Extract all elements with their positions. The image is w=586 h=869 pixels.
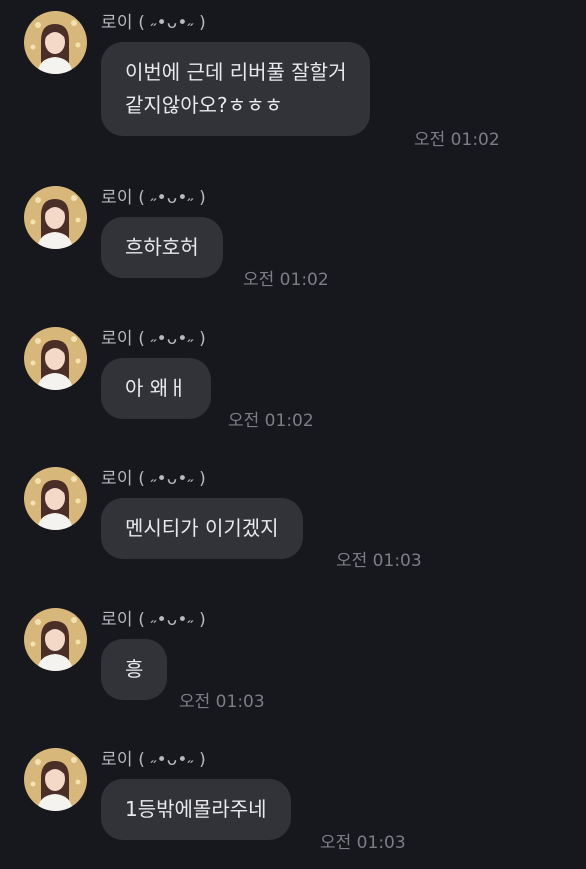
- message-text-line: 멘시티가 이기겠지: [125, 516, 279, 540]
- sender-name: 로이 ( ˶•ᴗ•˶ ): [101, 610, 206, 630]
- message-text-line: 흐하호허: [125, 235, 199, 259]
- message-time: 오전 01:02: [243, 270, 329, 290]
- message-text-line: 이번에 근데 리버풀 잘할거: [125, 60, 347, 84]
- message-time: 오전 01:03: [320, 833, 406, 853]
- message-time: 오전 01:02: [414, 130, 500, 150]
- sender-name: 로이 ( ˶•ᴗ•˶ ): [101, 188, 206, 208]
- message-text-line: 아 왜ㅐ: [125, 376, 187, 400]
- avatar[interactable]: [24, 748, 87, 811]
- sender-name: 로이 ( ˶•ᴗ•˶ ): [101, 13, 206, 33]
- message-time: 오전 01:02: [228, 411, 314, 431]
- message-text-line: 1등밖에몰라주네: [125, 797, 267, 821]
- avatar[interactable]: [24, 11, 87, 74]
- avatar[interactable]: [24, 186, 87, 249]
- message-text-line: 흥: [125, 657, 144, 681]
- sender-name: 로이 ( ˶•ᴗ•˶ ): [101, 469, 206, 489]
- message-bubble[interactable]: 아 왜ㅐ: [101, 358, 211, 419]
- message-bubble[interactable]: 1등밖에몰라주네: [101, 779, 291, 840]
- message-time: 오전 01:03: [336, 551, 422, 571]
- message-bubble[interactable]: 멘시티가 이기겠지: [101, 498, 303, 559]
- avatar[interactable]: [24, 608, 87, 671]
- message-text-line: 같지않아오?ㅎㅎㅎ: [125, 93, 283, 117]
- avatar[interactable]: [24, 467, 87, 530]
- sender-name: 로이 ( ˶•ᴗ•˶ ): [101, 329, 206, 349]
- message-bubble[interactable]: 흥: [101, 639, 168, 700]
- sender-name: 로이 ( ˶•ᴗ•˶ ): [101, 750, 206, 770]
- message-time: 오전 01:03: [179, 692, 265, 712]
- message-bubble[interactable]: 이번에 근데 리버풀 잘할거 같지않아오?ㅎㅎㅎ: [101, 42, 371, 136]
- avatar[interactable]: [24, 327, 87, 390]
- message-bubble[interactable]: 흐하호허: [101, 217, 223, 278]
